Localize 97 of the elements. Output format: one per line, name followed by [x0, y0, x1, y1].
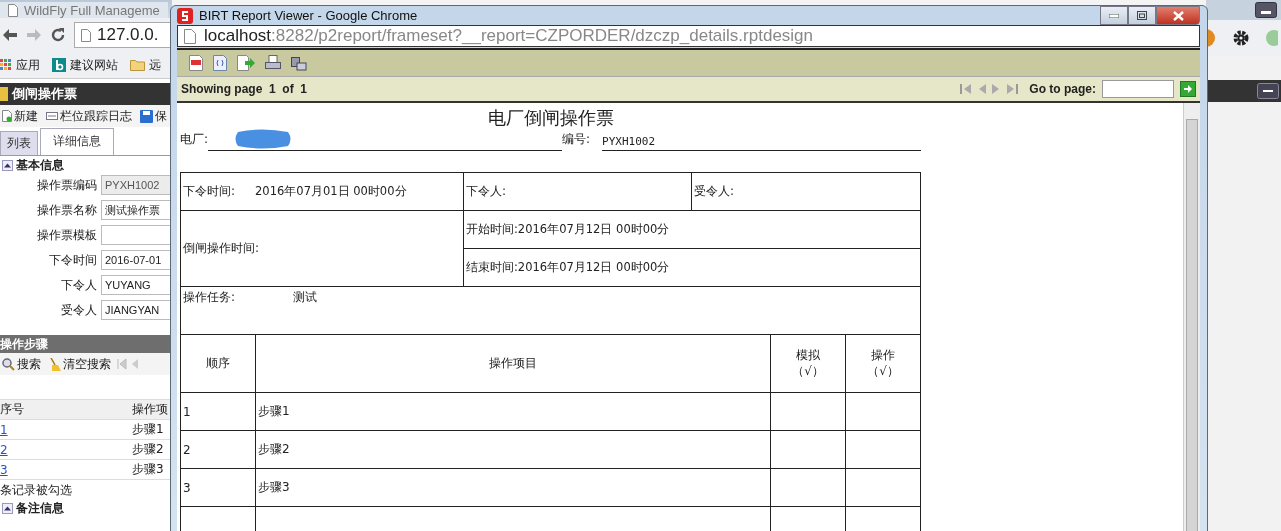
page-number-field[interactable] [1102, 80, 1174, 98]
table-cell: 2 [183, 442, 191, 457]
page-icon [184, 28, 196, 44]
address-field[interactable]: 127.0.0. [74, 22, 172, 48]
field-label: 下令人: [466, 184, 507, 198]
arrow-right-icon [1183, 84, 1193, 94]
field-label: 电厂: [180, 131, 209, 148]
input-field[interactable]: JIANGYAN [101, 300, 172, 320]
print-icon[interactable] [265, 55, 281, 71]
collapse-icon[interactable] [2, 159, 13, 171]
bookmark-link[interactable]: 应用 [16, 56, 40, 74]
input-field[interactable] [101, 225, 172, 245]
minimize-icon [1109, 13, 1119, 18]
go-button[interactable] [1180, 81, 1196, 97]
row-number-link[interactable]: 3 [0, 462, 132, 477]
address-field[interactable]: localhost:8282/p2report/frameset?__report=CZPORDER/dzczp_details.rptdesign [177, 25, 1200, 47]
broom-icon [49, 357, 61, 371]
table-cell: 步骤1 [132, 421, 164, 438]
new-button[interactable]: 新建 [0, 107, 40, 125]
field-label: 下令时间 [48, 251, 97, 269]
search-button[interactable]: 搜索 [0, 355, 43, 373]
app-logo-icon [177, 7, 193, 24]
browser-tab[interactable]: WildFly Full Manageme [0, 2, 168, 18]
bookmark-logo-icon [52, 58, 66, 72]
field-value: 2016年07月01日 00时00分 [255, 184, 407, 198]
column-header[interactable]: 操作项 [132, 401, 168, 418]
tab[interactable]: 详细信息 [40, 128, 114, 155]
window-title: BIRT Report Viewer - Google Chrome [199, 8, 418, 23]
section-title: 备注信息 [16, 499, 64, 517]
column-header[interactable]: 序号 [0, 401, 132, 418]
field-label: 受令人 [60, 301, 97, 319]
field-label: 操作票编码 [36, 176, 97, 194]
selection-status: 条记录被勾选 [0, 482, 73, 499]
close-icon [1172, 10, 1184, 21]
maximize-button[interactable] [1128, 6, 1156, 25]
reload-icon[interactable] [50, 27, 66, 43]
field-label: 下令人 [60, 276, 97, 294]
print-server-icon[interactable] [291, 55, 307, 71]
field-label: 操作票名称 [36, 201, 97, 219]
table-cell: 步骤2 [258, 442, 290, 456]
collapse-icon[interactable] [2, 502, 13, 514]
input-field[interactable]: YUYANG [101, 275, 172, 295]
report-title: 电厂倒闸操作票 [486, 107, 615, 129]
minimize-icon[interactable] [1257, 83, 1279, 99]
goto-label: Go to page: [1029, 82, 1096, 96]
section-title: 操作步骤 [0, 335, 48, 353]
table-cell: 步骤3 [258, 480, 290, 494]
back-icon[interactable] [2, 28, 18, 42]
table-cell: 步骤1 [258, 404, 290, 418]
maximize-icon [1137, 11, 1147, 20]
field-label: 倒闸操作时间: [183, 241, 260, 255]
field-label: 操作任务: [183, 290, 236, 304]
bookmark-folder[interactable]: 远 [149, 56, 161, 74]
minimize-button[interactable] [1100, 6, 1128, 25]
page-icon [8, 3, 18, 17]
minimize-icon[interactable] [1255, 2, 1277, 18]
table-cell: 3 [183, 480, 191, 495]
table-cell: 步骤3 [132, 461, 164, 478]
bookmark-link[interactable]: 建议网站 [70, 56, 118, 74]
field-value: 开始时间:2016年07月12日 00时00分 [466, 222, 670, 236]
parameters-icon[interactable] [213, 55, 227, 71]
save-button[interactable]: 保 [138, 107, 169, 125]
field-value: 测试 [293, 290, 318, 304]
folder-icon [130, 59, 145, 71]
field-label: 下令时间: [183, 184, 236, 198]
field-label: 受令人: [694, 184, 735, 198]
app-title: 倒闸操作票 [12, 85, 77, 103]
save-icon [140, 109, 153, 123]
table-cell: 1 [183, 404, 191, 419]
field-label: 操作票模板 [36, 226, 97, 244]
scrollbar-thumb[interactable] [1186, 119, 1198, 531]
column-header: 顺序 [206, 355, 230, 372]
page-status: Showing page 1 of 1 [181, 82, 308, 96]
log-button[interactable]: 栏位跟踪日志 [44, 107, 134, 125]
settings-icon[interactable] [1232, 29, 1250, 47]
close-button[interactable] [1156, 6, 1200, 25]
form-icon [0, 87, 8, 101]
column-header: 模拟 （√） [792, 347, 824, 380]
apps-icon[interactable] [0, 59, 12, 71]
field-value: PYXH1002 [602, 135, 656, 150]
row-number-link[interactable]: 2 [0, 442, 132, 457]
search-icon [2, 357, 15, 371]
export-icon[interactable] [237, 55, 255, 71]
clear-search-button[interactable]: 清空搜索 [47, 355, 113, 373]
toc-icon[interactable] [189, 55, 203, 71]
table-cell: 步骤2 [132, 441, 164, 458]
input-field[interactable]: 测试操作票 [101, 200, 172, 220]
field-value: 结束时间:2016年07月12日 00时00分 [466, 260, 670, 274]
list-icon [46, 111, 58, 121]
column-header: 操作项目 [489, 355, 537, 372]
row-number-link[interactable]: 1 [0, 422, 132, 437]
column-header: 操作 （√） [867, 347, 899, 380]
input-field[interactable]: 2016-07-01 [101, 250, 172, 270]
field-label: 编号: [562, 131, 591, 148]
page-icon [81, 28, 91, 42]
tab[interactable]: 列表 [0, 131, 38, 155]
section-title: 基本信息 [16, 156, 64, 174]
